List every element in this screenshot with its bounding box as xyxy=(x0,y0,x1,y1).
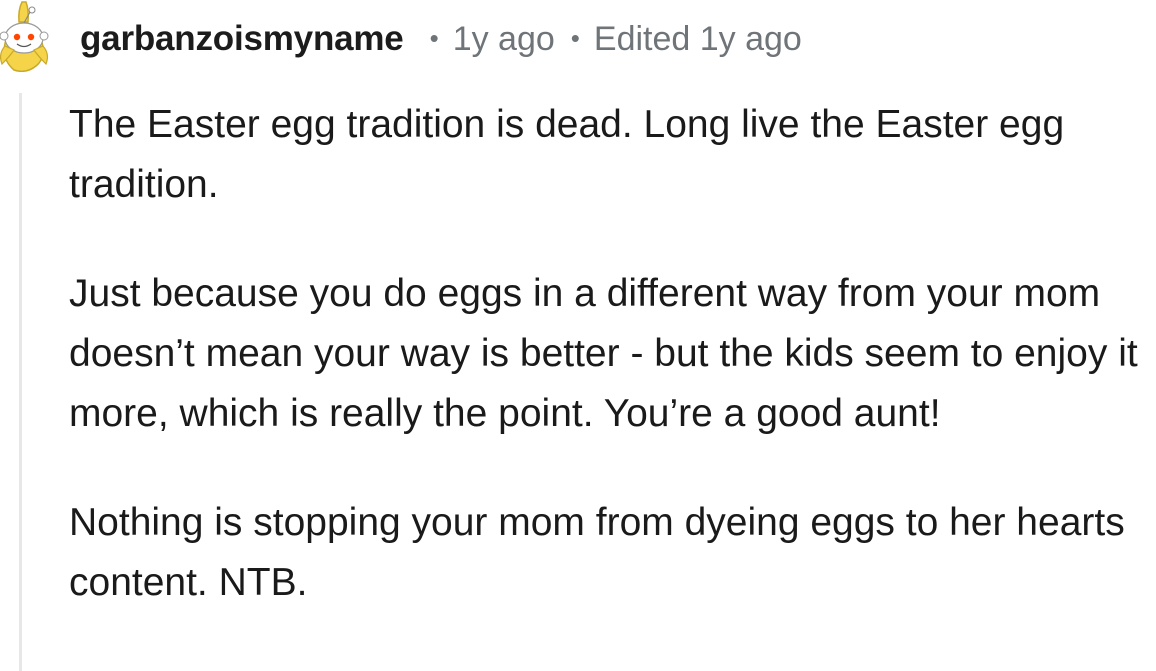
comment: garbanzoismyname • 1y ago • Edited 1y ag… xyxy=(0,0,1156,671)
comment-paragraph: Just because you do eggs in a different … xyxy=(69,272,1138,435)
username-link[interactable]: garbanzoismyname xyxy=(80,19,404,59)
comment-header: garbanzoismyname • 1y ago • Edited 1y ag… xyxy=(80,14,802,64)
thread-collapse-line[interactable] xyxy=(19,93,22,671)
post-timestamp[interactable]: 1y ago xyxy=(453,20,555,59)
separator-dot: • xyxy=(429,22,439,53)
comment-paragraph: Nothing is stopping your mom from dyeing… xyxy=(69,501,1125,604)
user-avatar-icon[interactable] xyxy=(0,0,56,73)
edited-timestamp: Edited 1y ago xyxy=(593,19,802,58)
comment-body: The Easter egg tradition is dead. Long l… xyxy=(69,95,1149,662)
comment-paragraph: The Easter egg tradition is dead. Long l… xyxy=(69,103,1065,206)
separator-dot: • xyxy=(570,22,580,53)
